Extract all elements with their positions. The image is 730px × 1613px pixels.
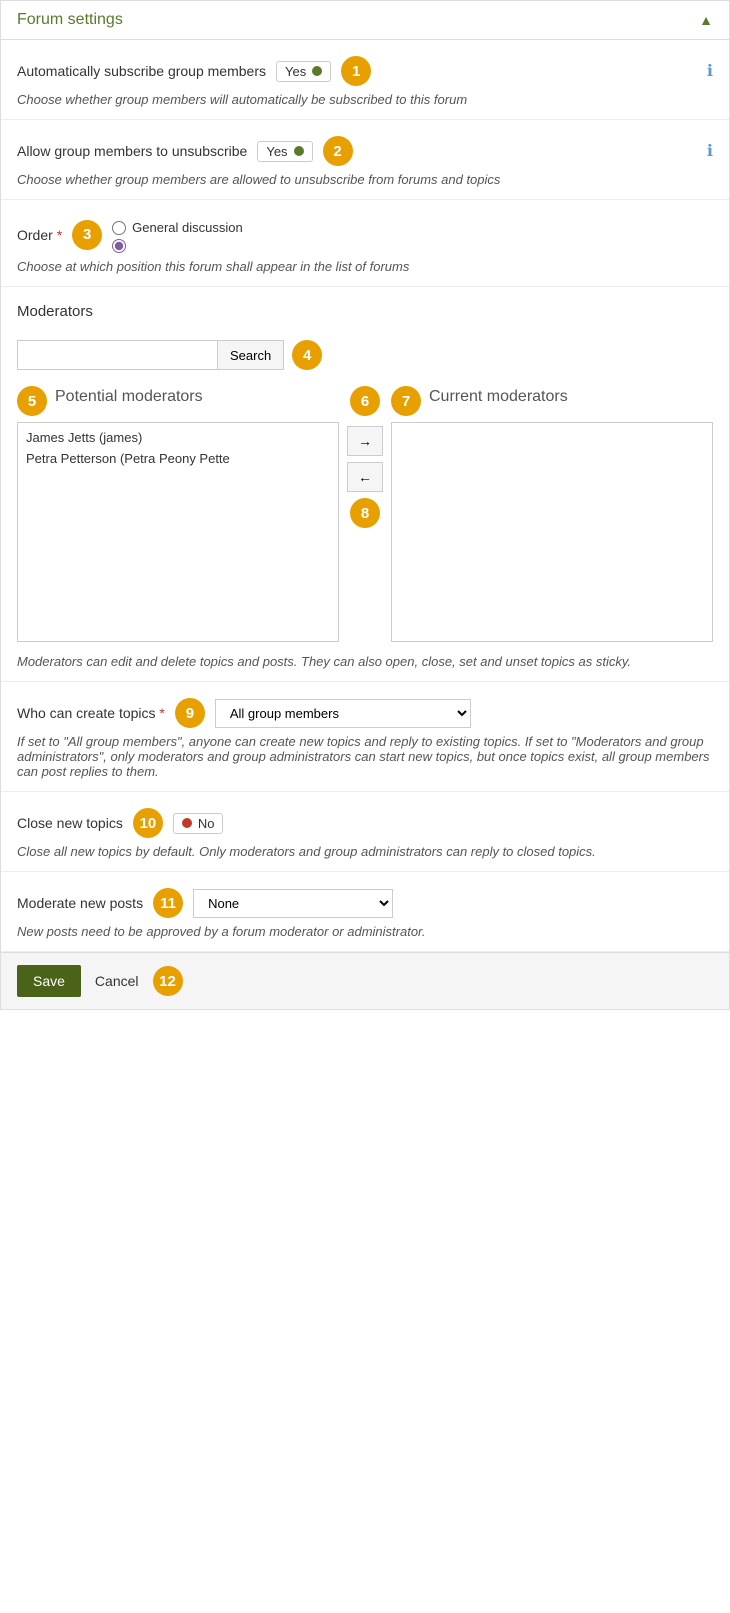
order-required: * <box>57 227 62 243</box>
allow-unsubscribe-main: Allow group members to unsubscribe Yes 2… <box>17 136 713 166</box>
moderate-new-posts-desc: New posts need to be approved by a forum… <box>17 924 713 939</box>
order-label: Order * <box>17 227 62 243</box>
current-moderators-list[interactable] <box>391 422 713 642</box>
list-item[interactable]: James Jetts (james) <box>22 427 334 448</box>
info-icon-2[interactable]: ℹ <box>707 141 713 161</box>
potential-moderators-title: Potential moderators <box>55 388 203 406</box>
save-button[interactable]: Save <box>17 965 81 997</box>
current-moderators-title: Current moderators <box>429 388 568 406</box>
badge-5: 5 <box>17 386 47 416</box>
badge-2: 2 <box>323 136 353 166</box>
badge-10: 10 <box>133 808 163 838</box>
toggle-dot-red <box>182 818 192 828</box>
list-item[interactable]: Petra Petterson (Petra Peony Pette <box>22 448 334 469</box>
who-can-create-required: * <box>159 705 164 721</box>
current-title-row: 7 Current moderators <box>391 386 713 416</box>
badge-9: 9 <box>175 698 205 728</box>
badge-12: 12 <box>153 966 183 996</box>
badge-4: 4 <box>292 340 322 370</box>
auto-subscribe-label: Automatically subscribe group members <box>17 63 266 79</box>
badge-1: 1 <box>341 56 371 86</box>
order-radio-1[interactable] <box>112 221 126 235</box>
auto-subscribe-toggle[interactable]: Yes <box>276 61 331 82</box>
potential-moderators-column: 5 Potential moderators James Jetts (jame… <box>17 386 339 642</box>
moderate-new-posts-select[interactable]: None All posts First post <box>193 889 393 918</box>
bottom-actions: Save Cancel 12 <box>1 952 729 1009</box>
who-can-create-select[interactable]: All group members Moderators and group a… <box>215 699 471 728</box>
order-desc: Choose at which position this forum shal… <box>17 259 713 274</box>
moderators-section: Moderators Search 4 5 Potential moderato… <box>1 287 729 682</box>
order-options: General discussion <box>112 220 243 253</box>
info-icon-1[interactable]: ℹ <box>707 61 713 81</box>
move-right-button[interactable]: → <box>347 426 383 456</box>
who-can-create-desc: If set to "All group members", anyone ca… <box>17 734 713 779</box>
who-can-create-main: Who can create topics * 9 All group memb… <box>17 698 713 728</box>
order-row: Order * 3 General discussion Choose at w… <box>1 200 729 287</box>
panel-header: Forum settings ▲ <box>1 1 729 40</box>
who-can-create-row: Who can create topics * 9 All group memb… <box>1 682 729 792</box>
badge-11: 11 <box>153 888 183 918</box>
moderate-new-posts-main: Moderate new posts 11 None All posts Fir… <box>17 888 713 918</box>
order-option-1: General discussion <box>112 220 243 235</box>
order-radio-2[interactable] <box>112 239 126 253</box>
current-moderators-column: 7 Current moderators <box>391 386 713 642</box>
badge-7: 7 <box>391 386 421 416</box>
move-left-button[interactable]: ← <box>347 462 383 492</box>
order-option-2 <box>112 239 243 253</box>
close-new-topics-desc: Close all new topics by default. Only mo… <box>17 844 713 859</box>
toggle-dot-green-2 <box>294 146 304 156</box>
auto-subscribe-value: Yes <box>285 64 306 79</box>
search-button[interactable]: Search <box>217 340 284 370</box>
allow-unsubscribe-label: Allow group members to unsubscribe <box>17 143 247 159</box>
allow-unsubscribe-toggle[interactable]: Yes <box>257 141 312 162</box>
badge-8: 8 <box>350 498 380 528</box>
moderate-new-posts-row: Moderate new posts 11 None All posts Fir… <box>1 872 729 952</box>
badge-3: 3 <box>72 220 102 250</box>
auto-subscribe-row: Automatically subscribe group members Ye… <box>1 40 729 120</box>
close-new-topics-main: Close new topics 10 No <box>17 808 713 838</box>
auto-subscribe-desc: Choose whether group members will automa… <box>17 92 713 107</box>
panel-title: Forum settings <box>17 11 123 29</box>
cancel-button[interactable]: Cancel <box>91 965 143 997</box>
order-main: Order * 3 General discussion <box>17 216 713 253</box>
search-input[interactable] <box>17 340 217 370</box>
moderate-new-posts-label: Moderate new posts <box>17 895 143 911</box>
page-wrapper: Forum settings ▲ Automatically subscribe… <box>0 0 730 1010</box>
potential-title-row: 5 Potential moderators <box>17 386 339 416</box>
moderators-lists: 5 Potential moderators James Jetts (jame… <box>17 386 713 642</box>
forum-settings-panel: Forum settings ▲ Automatically subscribe… <box>0 0 730 1010</box>
moderators-header: Moderators <box>17 303 713 330</box>
who-can-create-label: Who can create topics * <box>17 705 165 721</box>
close-new-topics-row: Close new topics 10 No Close all new top… <box>1 792 729 872</box>
close-new-topics-value: No <box>198 816 215 831</box>
search-row: Search 4 <box>17 340 713 370</box>
moderators-title: Moderators <box>17 303 93 320</box>
badge-6: 6 <box>350 386 380 416</box>
toggle-dot-green <box>312 66 322 76</box>
chevron-up-icon: ▲ <box>699 12 713 28</box>
potential-moderators-list[interactable]: James Jetts (james) Petra Petterson (Pet… <box>17 422 339 642</box>
moderators-note: Moderators can edit and delete topics an… <box>17 654 713 669</box>
allow-unsubscribe-desc: Choose whether group members are allowed… <box>17 172 713 187</box>
allow-unsubscribe-row: Allow group members to unsubscribe Yes 2… <box>1 120 729 200</box>
allow-unsubscribe-value: Yes <box>266 144 287 159</box>
order-option-1-label: General discussion <box>132 220 243 235</box>
auto-subscribe-main: Automatically subscribe group members Ye… <box>17 56 713 86</box>
close-new-topics-label: Close new topics <box>17 815 123 831</box>
close-new-topics-toggle[interactable]: No <box>173 813 224 834</box>
arrow-buttons-column: 6 → ← 8 <box>339 386 391 528</box>
panel-body: Automatically subscribe group members Ye… <box>1 40 729 1009</box>
